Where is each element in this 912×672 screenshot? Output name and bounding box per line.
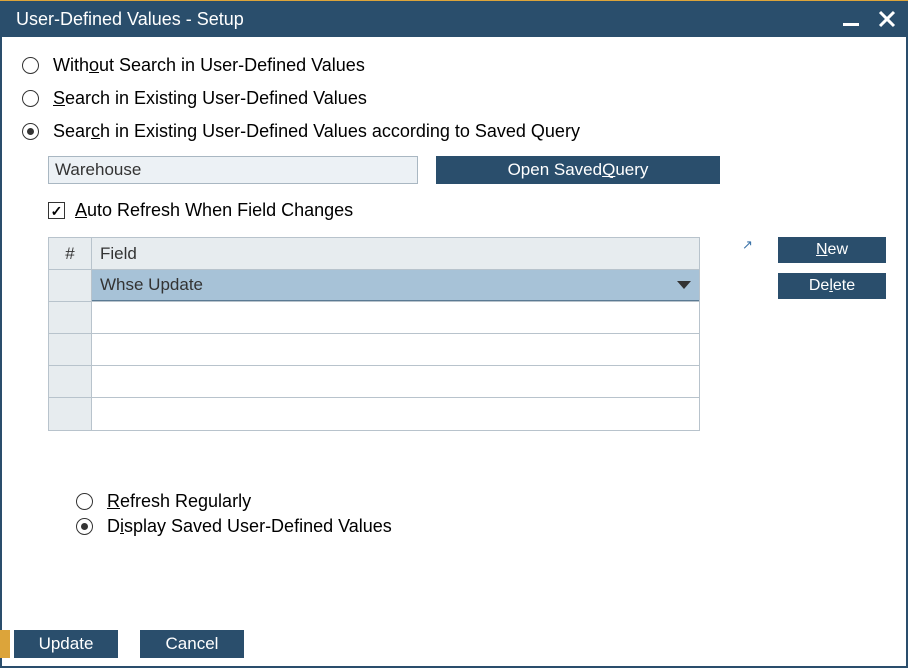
row-field-cell[interactable] bbox=[92, 302, 699, 333]
update-button[interactable]: Update bbox=[14, 630, 118, 658]
checkbox-icon[interactable] bbox=[48, 202, 65, 219]
radio-label: Search in Existing User-Defined Values a… bbox=[53, 121, 580, 142]
col-header-hash: # bbox=[49, 238, 92, 269]
radio-icon[interactable] bbox=[22, 90, 39, 107]
radio-label: Search in Existing User-Defined Values bbox=[53, 88, 367, 109]
window: User-Defined Values - Setup Without Sear… bbox=[0, 0, 908, 668]
delete-button[interactable]: Delete bbox=[778, 273, 886, 299]
radio-icon[interactable] bbox=[76, 493, 93, 510]
row-field-cell[interactable] bbox=[92, 398, 699, 430]
open-saved-query-button[interactable]: Open Saved Query bbox=[436, 156, 720, 184]
bottom-buttons: Update Cancel bbox=[2, 630, 244, 658]
col-header-field: Field bbox=[92, 238, 699, 269]
row-hash bbox=[49, 398, 92, 430]
fields-table: # Field Whse Update bbox=[48, 237, 700, 431]
table-row[interactable]: Whse Update bbox=[49, 270, 699, 302]
table-row[interactable] bbox=[49, 398, 699, 430]
minimize-icon[interactable] bbox=[840, 8, 862, 30]
expand-icon[interactable]: ↗ bbox=[742, 237, 753, 253]
radio-icon[interactable] bbox=[22, 57, 39, 74]
row-field-cell[interactable] bbox=[92, 366, 699, 397]
radio-display-saved-values[interactable]: Display Saved User-Defined Values bbox=[76, 516, 886, 537]
chevron-down-icon[interactable] bbox=[677, 281, 691, 289]
titlebar: User-Defined Values - Setup bbox=[2, 1, 906, 37]
radio-search-saved-query[interactable]: Search in Existing User-Defined Values a… bbox=[22, 121, 886, 142]
row-field-cell[interactable]: Whse Update bbox=[92, 270, 699, 301]
row-hash bbox=[49, 366, 92, 397]
radio-refresh-regularly[interactable]: Refresh Regularly bbox=[76, 491, 886, 512]
side-buttons: New Delete bbox=[778, 237, 886, 299]
row-field-cell[interactable] bbox=[92, 334, 699, 365]
window-title: User-Defined Values - Setup bbox=[16, 9, 244, 30]
query-row: Open Saved Query bbox=[48, 156, 886, 184]
table-row[interactable] bbox=[49, 334, 699, 366]
new-button[interactable]: New bbox=[778, 237, 886, 263]
table-area: # Field Whse Update bbox=[48, 237, 886, 431]
table-header-row: # Field bbox=[49, 238, 699, 270]
table-row[interactable] bbox=[49, 302, 699, 334]
checkbox-label: Auto Refresh When Field Changes bbox=[75, 200, 353, 221]
accent-bar bbox=[0, 630, 10, 658]
row-hash bbox=[49, 334, 92, 365]
query-name-input[interactable] bbox=[48, 156, 418, 184]
client-area: Without Search in User-Defined Values Se… bbox=[2, 37, 906, 666]
row-hash bbox=[49, 270, 92, 301]
auto-refresh-checkbox-row[interactable]: Auto Refresh When Field Changes bbox=[48, 200, 886, 221]
close-icon[interactable] bbox=[876, 8, 898, 30]
refresh-mode-group: Refresh Regularly Display Saved User-Def… bbox=[76, 491, 886, 537]
radio-icon[interactable] bbox=[76, 518, 93, 535]
row-hash bbox=[49, 302, 92, 333]
radio-label: Display Saved User-Defined Values bbox=[107, 516, 392, 537]
radio-label: Without Search in User-Defined Values bbox=[53, 55, 365, 76]
radio-search-existing[interactable]: Search in Existing User-Defined Values bbox=[22, 88, 886, 109]
radio-icon[interactable] bbox=[22, 123, 39, 140]
table-row[interactable] bbox=[49, 366, 699, 398]
window-controls bbox=[840, 8, 898, 30]
cancel-button[interactable]: Cancel bbox=[140, 630, 244, 658]
row-field-value: Whse Update bbox=[100, 275, 203, 295]
radio-without-search[interactable]: Without Search in User-Defined Values bbox=[22, 55, 886, 76]
radio-label: Refresh Regularly bbox=[107, 491, 251, 512]
